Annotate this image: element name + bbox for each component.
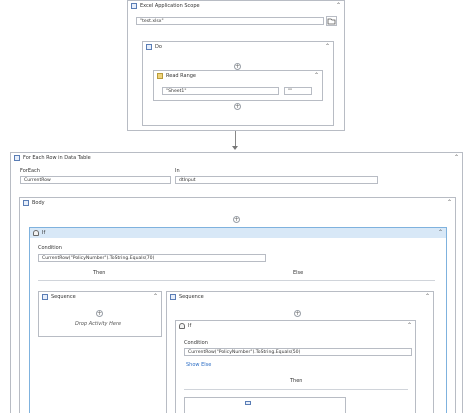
excel-scope-title: Excel Application Scope xyxy=(140,2,200,9)
then-label: Then xyxy=(93,270,106,276)
range-input[interactable]: "" xyxy=(284,87,312,95)
if-icon xyxy=(33,230,39,236)
inner-if-activity[interactable]: If ⌃ Condition CurrentRow("PolicyNumber"… xyxy=(175,320,416,413)
drop-activity-hint: Drop Activity Here xyxy=(75,321,122,327)
do-sequence-header: Do xyxy=(143,42,333,51)
if-icon xyxy=(179,322,185,329)
collapse-icon[interactable]: ⌃ xyxy=(454,154,459,161)
collapse-icon[interactable]: ⌃ xyxy=(314,72,319,79)
in-label: In xyxy=(175,168,180,174)
if-header: If xyxy=(30,228,446,238)
sequence-icon xyxy=(245,401,251,405)
add-activity-icon[interactable]: + xyxy=(234,63,241,70)
excel-scope-header: Excel Application Scope xyxy=(128,1,344,10)
add-activity-icon[interactable]: + xyxy=(233,216,240,223)
sequence-icon xyxy=(170,293,176,300)
read-range-icon xyxy=(157,72,163,79)
sequence-icon xyxy=(146,43,152,50)
add-activity-icon[interactable]: + xyxy=(96,310,103,317)
foreach-variable-input[interactable]: CurrentRow xyxy=(20,176,171,184)
sequence-icon xyxy=(23,199,29,206)
collapse-icon[interactable]: ⌃ xyxy=(425,293,430,300)
body-header: Body xyxy=(20,198,455,207)
then-else-divider xyxy=(38,280,435,281)
else-sequence-header: Sequence xyxy=(167,292,433,301)
do-sequence[interactable]: Do ⌃ + Read Range ⌃ "Sheet1" "" + xyxy=(142,41,334,126)
inner-then-sequence[interactable] xyxy=(184,397,346,413)
sequence-icon xyxy=(42,293,48,300)
flow-arrow-icon xyxy=(232,146,238,150)
then-divider xyxy=(184,389,408,390)
condition-label: Condition xyxy=(38,245,62,251)
collapse-icon[interactable]: ⌃ xyxy=(407,322,412,329)
inner-if-header: If xyxy=(176,321,415,330)
else-sequence[interactable]: Sequence ⌃ + If ⌃ Condition CurrentRow("… xyxy=(166,291,434,413)
then-sequence-header: Sequence xyxy=(39,292,161,301)
for-each-title: For Each Row in Data Table xyxy=(23,154,91,161)
add-activity-icon[interactable]: + xyxy=(234,103,241,110)
excel-scope-icon xyxy=(131,2,137,9)
for-each-header: For Each Row in Data Table xyxy=(11,153,462,162)
if-activity[interactable]: If ⌃ Condition CurrentRow("PolicyNumber"… xyxy=(29,227,447,413)
body-sequence[interactable]: Body ⌃ + If ⌃ Condition CurrentRow("Poli… xyxy=(19,197,456,413)
read-range-activity[interactable]: Read Range ⌃ "Sheet1" "" xyxy=(153,70,323,101)
inner-if-title: If xyxy=(188,322,192,329)
then-label: Then xyxy=(290,378,303,384)
show-else-link[interactable]: Show Else xyxy=(186,362,211,368)
workbook-path-input[interactable]: "test.xlsx" xyxy=(136,17,324,25)
read-range-header: Read Range xyxy=(154,71,322,80)
condition-input[interactable]: CurrentRow("PolicyNumber").ToString.Equa… xyxy=(38,254,266,262)
for-each-row-activity[interactable]: For Each Row in Data Table ⌃ ForEach Cur… xyxy=(10,152,463,413)
collapse-icon[interactable]: ⌃ xyxy=(325,43,330,50)
read-range-title: Read Range xyxy=(166,72,196,79)
foreach-label: ForEach xyxy=(20,168,40,174)
collapse-icon[interactable]: ⌃ xyxy=(438,229,443,236)
sheet-name-input[interactable]: "Sheet1" xyxy=(162,87,279,95)
condition-label: Condition xyxy=(184,340,208,346)
excel-application-scope[interactable]: Excel Application Scope ⌃ "test.xlsx" Do… xyxy=(127,0,345,131)
else-label: Else xyxy=(293,270,304,276)
in-datatable-input[interactable]: dtInput xyxy=(175,176,378,184)
collapse-icon[interactable]: ⌃ xyxy=(447,199,452,206)
body-title: Body xyxy=(32,199,45,206)
inner-condition-input[interactable]: CurrentRow("PolicyNumber").ToString.Equa… xyxy=(184,348,412,356)
do-sequence-title: Do xyxy=(155,43,162,50)
collapse-icon[interactable]: ⌃ xyxy=(153,293,158,300)
if-title: If xyxy=(42,230,46,236)
add-activity-icon[interactable]: + xyxy=(294,310,301,317)
collapse-icon[interactable]: ⌃ xyxy=(336,2,341,9)
folder-icon[interactable] xyxy=(326,16,337,26)
else-sequence-title: Sequence xyxy=(179,293,204,300)
then-sequence[interactable]: Sequence ⌃ + Drop Activity Here xyxy=(38,291,162,337)
then-sequence-title: Sequence xyxy=(51,293,76,300)
for-each-icon xyxy=(14,154,20,161)
